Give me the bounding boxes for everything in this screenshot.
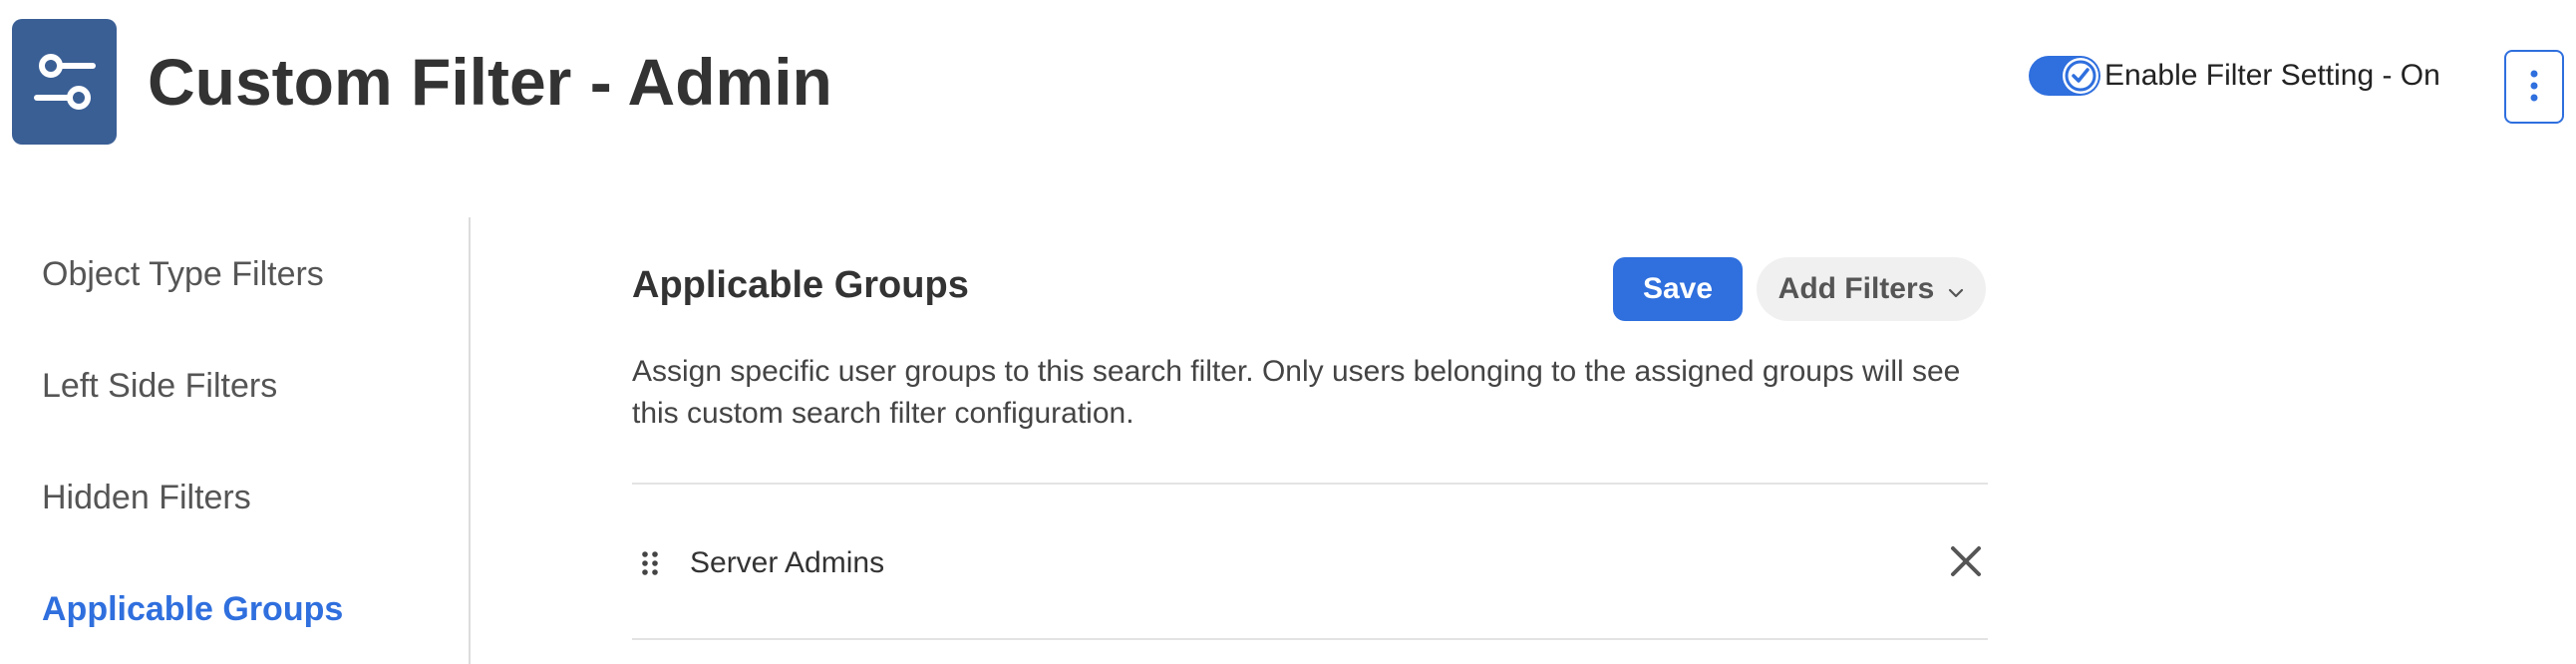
group-name: Server Admins (690, 546, 885, 579)
more-options-button[interactable] (2504, 50, 2564, 124)
save-button[interactable]: Save (1613, 257, 1743, 321)
sidebar-item-hidden-filters[interactable]: Hidden Filters (42, 479, 251, 517)
list-item: Server Admins (632, 485, 1988, 640)
section-title: Applicable Groups (632, 264, 969, 306)
check-icon (2063, 58, 2098, 94)
vertical-dots-icon (2530, 69, 2538, 106)
chevron-down-icon (1948, 272, 1964, 306)
sliders-icon (12, 19, 117, 145)
add-filters-button[interactable]: Add Filters (1757, 257, 1986, 321)
section-description: Assign specific user groups to this sear… (632, 355, 1961, 430)
close-icon (1950, 545, 1982, 580)
sidebar-item-left-side-filters[interactable]: Left Side Filters (42, 367, 277, 406)
sidebar: Object Type Filters Left Side Filters Hi… (0, 217, 471, 664)
page-title: Custom Filter - Admin (148, 45, 832, 119)
enable-filter-toggle-group: Enable Filter Setting - On (2029, 56, 2440, 96)
remove-group-button[interactable] (1946, 542, 1986, 582)
sidebar-item-applicable-groups[interactable]: Applicable Groups (42, 590, 343, 629)
divider (632, 638, 1988, 640)
page: Custom Filter - Admin Enable Filter Sett… (0, 0, 2576, 664)
sidebar-item-object-type-filters[interactable]: Object Type Filters (42, 255, 324, 294)
enable-filter-label: Enable Filter Setting - On (2104, 59, 2440, 92)
enable-filter-toggle[interactable] (2029, 56, 2100, 96)
drag-handle-icon[interactable] (640, 550, 660, 576)
add-filters-label: Add Filters (1777, 272, 1935, 305)
